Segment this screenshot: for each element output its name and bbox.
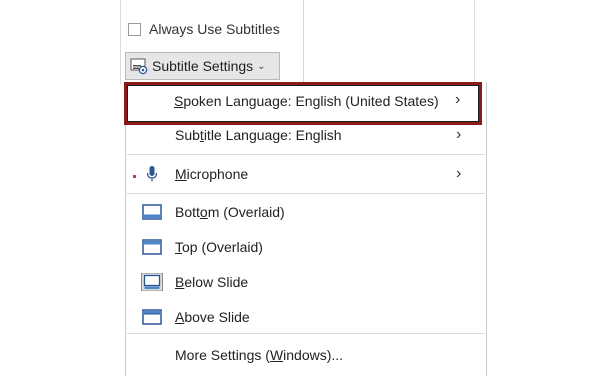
menu-item-below-slide[interactable]: Below Slide — [126, 265, 486, 299]
chevron-right-icon: › — [456, 165, 462, 182]
menu-item-label: Bottom (Overlaid) — [175, 204, 285, 220]
subtitle-settings-icon — [130, 58, 148, 75]
always-use-subtitles-option[interactable]: Always Use Subtitles — [128, 18, 280, 40]
subtitle-settings-menu: Subtitle Language: English › Microphone … — [125, 82, 487, 376]
menu-item-label: Above Slide — [175, 309, 250, 325]
menu-item-label: More Settings (Windows)... — [175, 347, 344, 363]
above-slide-icon — [142, 309, 162, 325]
microphone-icon — [146, 166, 158, 182]
menu-item-label: Top (Overlaid) — [175, 239, 263, 255]
ribbon-separator — [120, 0, 121, 84]
ribbon-separator — [474, 0, 475, 84]
menu-separator — [127, 193, 485, 194]
menu-item-spoken-language[interactable]: Spoken Language: English (United States)… — [124, 82, 482, 125]
menu-item-top-overlaid[interactable]: Top (Overlaid) — [126, 230, 486, 264]
menu-item-bottom-overlaid[interactable]: Bottom (Overlaid) — [126, 195, 486, 229]
bottom-overlaid-icon — [142, 204, 162, 220]
menu-item-label: Microphone — [175, 166, 249, 182]
red-marker — [133, 175, 136, 178]
menu-item-label: Subtitle Language: English — [175, 127, 342, 143]
menu-item-label: Spoken Language: English (United States) — [174, 93, 439, 109]
menu-item-more-settings[interactable]: More Settings (Windows)... — [126, 338, 486, 372]
menu-item-microphone[interactable]: Microphone › — [126, 157, 486, 191]
menu-item-label: Below Slide — [175, 274, 249, 290]
app-canvas: Always Use Subtitles Subtitle Settings ⌄… — [0, 0, 600, 376]
chevron-right-icon: › — [456, 126, 462, 143]
ribbon-separator — [303, 0, 304, 84]
below-slide-icon — [141, 273, 163, 291]
subtitle-settings-label: Subtitle Settings — [152, 58, 254, 74]
chevron-right-icon: › — [455, 91, 461, 108]
subtitle-settings-button[interactable]: Subtitle Settings ⌄ — [125, 52, 280, 80]
always-use-subtitles-checkbox[interactable] — [128, 22, 141, 36]
chevron-down-icon: ⌄ — [257, 60, 266, 72]
menu-separator — [127, 154, 485, 155]
always-use-subtitles-label: Always Use Subtitles — [149, 21, 280, 37]
top-overlaid-icon — [142, 239, 162, 255]
menu-item-above-slide[interactable]: Above Slide — [126, 300, 486, 334]
